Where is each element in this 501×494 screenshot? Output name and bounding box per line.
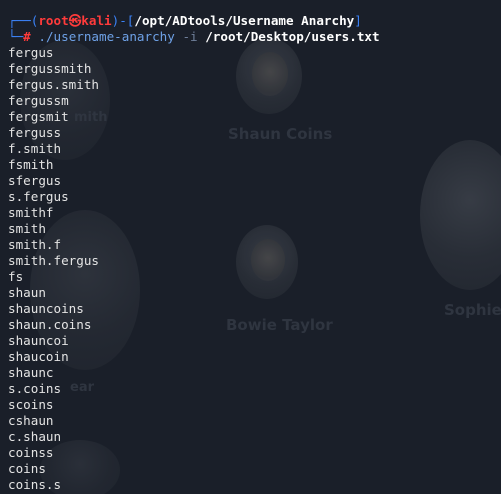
command-argument: /root/Desktop/users.txt: [205, 29, 380, 44]
output-line: c.shaun: [8, 429, 62, 444]
output-line: coinss: [8, 445, 54, 460]
output-line: shaucoin: [8, 349, 69, 364]
prompt-close-bracket: ]: [354, 13, 362, 28]
output-line: coins.s: [8, 477, 62, 492]
prompt-hash: #: [23, 29, 31, 44]
output-line: sfergus: [8, 173, 62, 188]
output-line: s.fergus: [8, 189, 69, 204]
output-line: fsmith: [8, 157, 54, 172]
output-line: smithf: [8, 205, 54, 220]
command-output: fergus fergussmith fergus.smith fergussm…: [8, 45, 501, 493]
output-line: shauncoi: [8, 333, 69, 348]
kali-skull-icon: ㉿: [68, 13, 82, 28]
output-line: shaun.coins: [8, 317, 92, 332]
output-line: f.smith: [8, 141, 62, 156]
output-line: fergussm: [8, 93, 69, 108]
command-flag: -i: [182, 29, 198, 44]
output-line: cshaun: [8, 413, 54, 428]
prompt-box-bottom: └─: [8, 29, 24, 44]
output-line: shaun: [8, 285, 46, 300]
shell-prompt: ┌──(root㉿kali)-[/opt/ADtools/Username An…: [8, 13, 501, 29]
output-line: fs: [8, 269, 24, 284]
prompt-box-top: ┌──(: [8, 13, 39, 28]
prompt-host: kali: [81, 13, 112, 28]
command-name: ./username-anarchy: [38, 29, 175, 44]
output-line: ferguss: [8, 125, 62, 140]
command-line[interactable]: └─# ./username-anarchy -i /root/Desktop/…: [8, 29, 501, 45]
output-line: smith.fergus: [8, 253, 99, 268]
prompt-user: root: [38, 13, 69, 28]
output-line: fergsmit: [8, 109, 69, 124]
output-line: shaunc: [8, 365, 54, 380]
output-line: fergussmith: [8, 61, 92, 76]
terminal-window[interactable]: ┌──(root㉿kali)-[/opt/ADtools/Username An…: [0, 0, 501, 494]
prompt-separator: )-[: [111, 13, 135, 28]
prompt-path: /opt/ADtools/Username Anarchy: [134, 13, 355, 28]
output-line: s.coins: [8, 381, 62, 396]
output-line: fergus.smith: [8, 77, 99, 92]
output-line: coins: [8, 461, 46, 476]
output-line: smith: [8, 221, 46, 236]
output-line: scoins: [8, 397, 54, 412]
output-line: smith.f: [8, 237, 62, 252]
output-line: shauncoins: [8, 301, 84, 316]
output-line: fergus: [8, 45, 54, 60]
